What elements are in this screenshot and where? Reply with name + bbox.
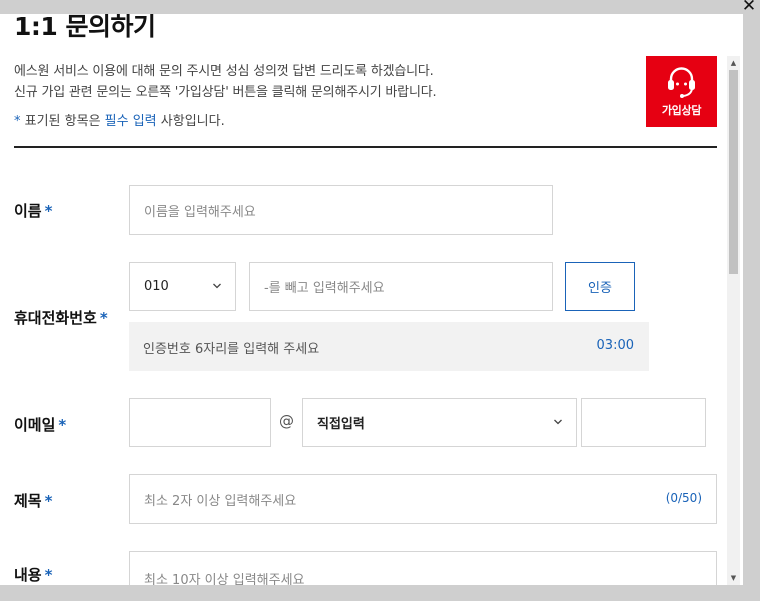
email-domain-select-value: 직접입력 <box>317 417 365 432</box>
required-note: * 표기된 항목은 필수 입력 사항입니다. <box>14 110 225 129</box>
subject-char-counter: (0/50) <box>665 491 702 505</box>
content-textarea[interactable]: 최소 10자 이상 입력해주세요 <box>129 551 717 585</box>
content-label: 내용 * <box>14 564 52 585</box>
verification-code-input[interactable]: 인증번호 6자리를 입력해 주세요 03:00 <box>129 322 649 371</box>
inquiry-dialog: 1:1 문의하기 에스원 서비스 이용에 대해 문의 주시면 성심 성의껏 답변… <box>0 14 743 585</box>
page-title: 1:1 문의하기 <box>14 14 156 41</box>
chevron-down-icon <box>213 283 221 288</box>
phone-label: 휴대전화번호 * <box>14 307 108 328</box>
name-input[interactable]: 이름을 입력해주세요 <box>129 185 553 235</box>
phone-prefix-value: 010 <box>144 279 169 294</box>
content-textarea-placeholder: 최소 10자 이상 입력해주세요 <box>144 573 305 585</box>
scrollbar-thumb[interactable] <box>729 70 738 274</box>
name-input-placeholder: 이름을 입력해주세요 <box>144 204 256 220</box>
headset-icon <box>668 67 695 98</box>
required-star: * <box>44 566 53 584</box>
phone-number-input[interactable]: -를 빼고 입력해주세요 <box>249 262 553 311</box>
verify-button-label: 인증 <box>588 281 612 296</box>
name-label-text: 이름 <box>14 202 42 220</box>
required-star: * <box>44 202 53 220</box>
description-line-1: 에스원 서비스 이용에 대해 문의 주시면 성심 성의껏 답변 드리도록 하겠습… <box>14 64 434 79</box>
email-domain-input[interactable] <box>581 398 706 447</box>
close-icon[interactable]: ✕ <box>739 0 759 15</box>
at-symbol: @ <box>279 412 294 430</box>
subject-label-text: 제목 <box>14 492 42 510</box>
required-star: * <box>58 416 67 434</box>
email-label: 이메일 * <box>14 414 66 435</box>
chevron-down-icon <box>554 419 562 424</box>
subject-input[interactable]: 최소 2자 이상 입력해주세요 (0/50) <box>129 474 717 524</box>
required-note-prefix: 표기된 항목은 <box>20 114 105 129</box>
verification-code-placeholder: 인증번호 6자리를 입력해 주세요 <box>143 342 320 357</box>
phone-label-text: 휴대전화번호 <box>14 309 97 327</box>
description-line-2: 신규 가입 관련 문의는 오른쪽 '가입상담' 버튼을 클릭해 문의해주시기 바… <box>14 85 437 100</box>
consult-button-label: 가입상담 <box>661 104 702 117</box>
email-domain-select[interactable]: 직접입력 <box>302 398 577 447</box>
content-label-text: 내용 <box>14 566 42 584</box>
scroll-up-icon[interactable]: ▲ <box>727 58 740 68</box>
scroll-down-icon[interactable]: ▼ <box>727 573 740 583</box>
verify-button[interactable]: 인증 <box>565 262 635 311</box>
header-divider <box>14 146 717 148</box>
consult-button[interactable]: 가입상담 <box>646 56 717 127</box>
subject-input-placeholder: 최소 2자 이상 입력해주세요 <box>144 493 297 509</box>
email-label-text: 이메일 <box>14 416 56 434</box>
email-id-input[interactable] <box>129 398 271 447</box>
name-label: 이름 * <box>14 200 52 221</box>
required-note-emphasis: 필수 입력 <box>104 114 157 129</box>
scrollbar[interactable]: ▲ ▼ <box>727 56 740 585</box>
subject-label: 제목 * <box>14 490 52 511</box>
required-star: * <box>44 492 53 510</box>
required-star: * <box>99 309 108 327</box>
phone-number-placeholder: -를 빼고 입력해주세요 <box>264 281 385 296</box>
required-note-suffix: 사항입니다. <box>156 114 225 129</box>
phone-prefix-select[interactable]: 010 <box>129 262 236 311</box>
verification-timer: 03:00 <box>596 338 634 353</box>
